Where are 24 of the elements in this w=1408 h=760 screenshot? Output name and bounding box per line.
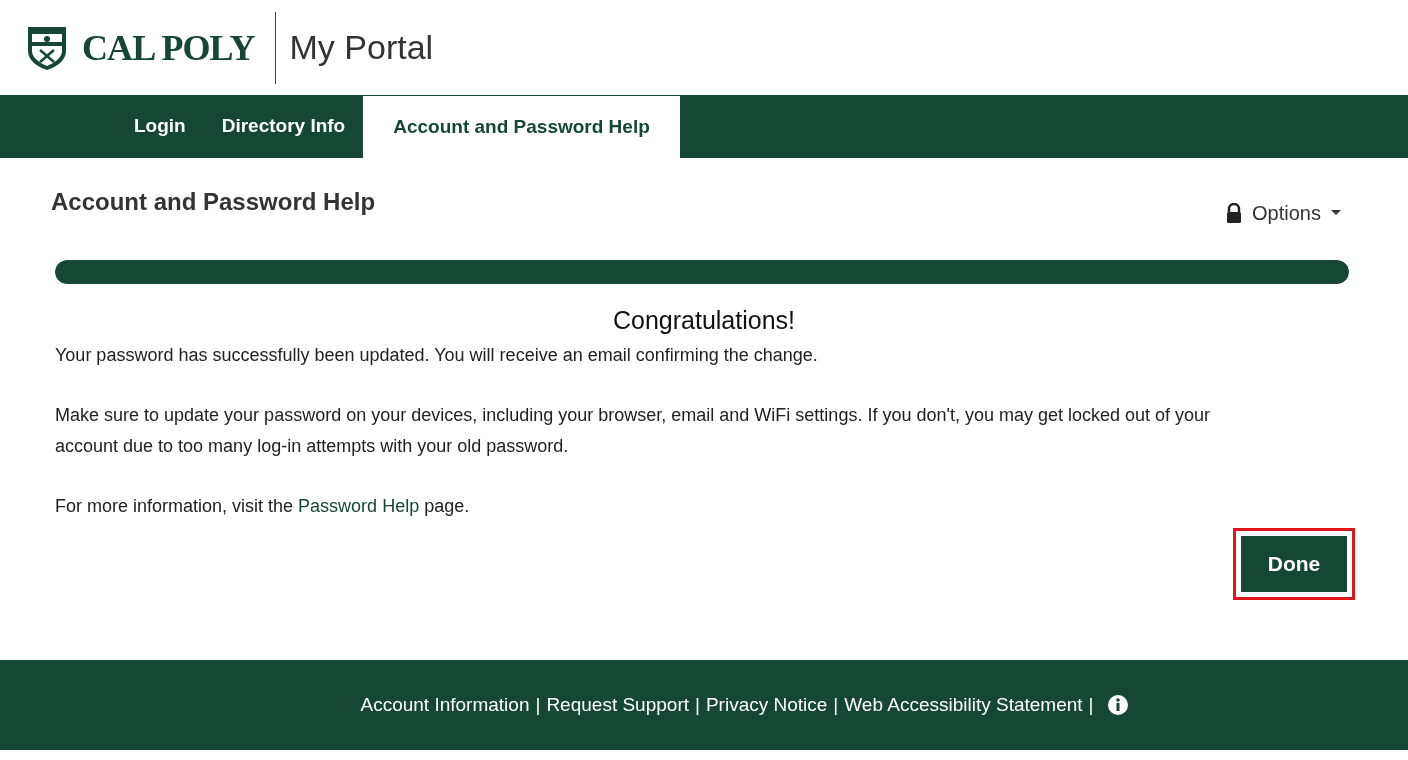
footer-link[interactable]: Account Information: [360, 690, 530, 720]
info-sentence: For more information, visit the Password Help page.: [55, 494, 471, 518]
footer-link[interactable]: Request Support: [546, 690, 689, 720]
options-menu[interactable]: Options: [1226, 198, 1341, 228]
page-title: Account and Password Help: [51, 187, 376, 217]
separator-text: |: [833, 692, 839, 717]
done-button[interactable]: Done: [1241, 535, 1347, 592]
footer-link[interactable]: Web Accessibility Statement: [844, 690, 1083, 720]
nav-tab[interactable]: Login: [116, 95, 204, 158]
info-icon[interactable]: [1107, 695, 1128, 715]
separator-text: |: [695, 692, 700, 717]
nav-tab[interactable]: Directory Info: [203, 95, 364, 158]
caret-icon: [1331, 210, 1341, 216]
message-paragraph: Make sure to update your password on your devices, including your browser, email and WiFi settings. If you don't, you may get locked out of your account due to too many log-in attempts with your old password.: [55, 403, 1212, 458]
message-paragraph: Your password has successfully been updated. You will receive an email confirming the change.: [55, 343, 819, 367]
logo-wordmark: CAL POLY: [82, 26, 255, 70]
separator-text: |: [535, 692, 541, 717]
portal-title: My Portal: [289, 27, 434, 68]
nav-tab[interactable]: Account and Password Help: [363, 95, 680, 158]
lock-icon: [1226, 203, 1243, 223]
password-help-link[interactable]: Password Help: [298, 495, 420, 516]
separator-text: |: [1088, 692, 1094, 717]
footer-link[interactable]: Privacy Notice: [705, 690, 828, 720]
congratulations-heading: Congratulations!: [611, 305, 797, 336]
